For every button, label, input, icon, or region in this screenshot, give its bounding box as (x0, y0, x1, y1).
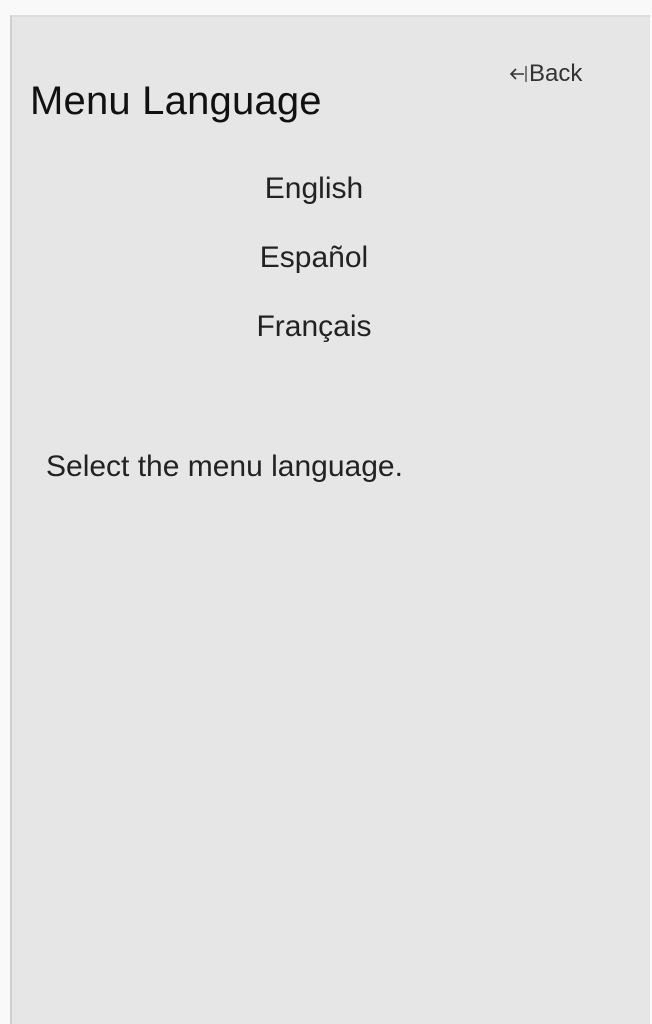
back-button[interactable]: Back (506, 59, 582, 89)
arrow-left-icon (506, 63, 528, 85)
page-title: Menu Language (30, 79, 322, 123)
help-description: Select the menu language. (46, 450, 403, 483)
menu-language-panel: Back Menu Language English Español Franç… (10, 15, 650, 1024)
language-option-francais[interactable]: Français (12, 305, 616, 374)
back-button-label: Back (529, 60, 583, 87)
language-option-english[interactable]: English (12, 167, 616, 236)
language-list: English Español Français (12, 167, 616, 374)
language-option-espanol[interactable]: Español (12, 236, 616, 305)
